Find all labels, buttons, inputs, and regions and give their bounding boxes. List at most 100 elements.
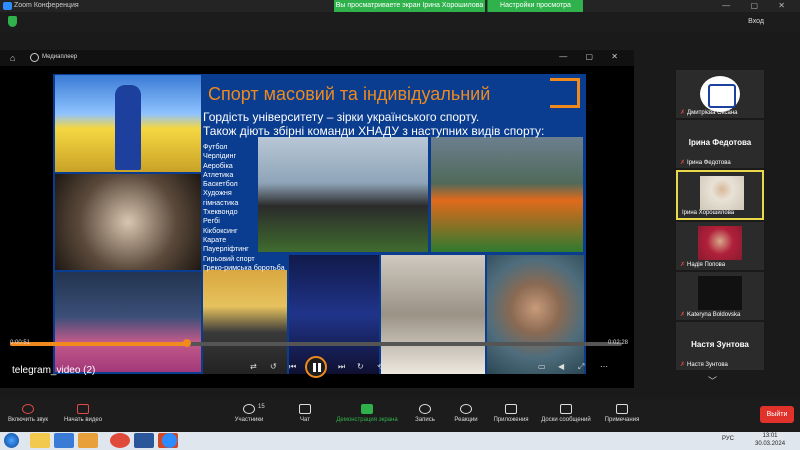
- apps-button[interactable]: Приложения: [490, 404, 532, 423]
- seek-bar-fill: [10, 342, 188, 346]
- sport-item: Тхеквондо: [203, 207, 238, 217]
- zoom-taskbar-icon[interactable]: [162, 433, 177, 448]
- participant-name: Kateryna Boldovska: [687, 312, 741, 318]
- photo-boxing: [55, 174, 201, 270]
- unmute-button[interactable]: Включить звук: [6, 404, 50, 423]
- sport-item: Регбі: [203, 216, 220, 226]
- sport-item: Греко-римська боротьба: [203, 262, 285, 272]
- player-title: Медиаплеер: [42, 54, 78, 60]
- more-icon[interactable]: ⋯: [600, 362, 608, 371]
- explorer-icon[interactable]: [30, 433, 50, 448]
- participant-tile-active-speaker[interactable]: Ірина Хорошилова: [676, 170, 764, 220]
- whiteboard-icon: [560, 404, 572, 414]
- home-icon[interactable]: ⌂: [10, 53, 15, 63]
- participant-name: Ірина Федотова: [687, 160, 731, 166]
- participant-tile[interactable]: Ірина Федотова ✗ Ірина Федотова: [676, 120, 764, 168]
- participant-name: Ірина Хорошилова: [682, 210, 735, 216]
- mic-muted-icon: ✗: [680, 362, 686, 368]
- sport-item: Футбол: [203, 142, 228, 151]
- sports-list: Футбол Черлідинг Аеробіка Атлетика Баскетбол…: [203, 142, 285, 272]
- photo-karate: [381, 255, 485, 374]
- app-title: Zoom Конференция: [14, 2, 79, 9]
- sport-item: гімнастика: [203, 197, 239, 207]
- zoom-logo-icon: [3, 2, 12, 10]
- share-screen-button[interactable]: Демонстрация экрана: [332, 404, 402, 423]
- sport-item: Баскетбол: [203, 179, 238, 189]
- slide-title: Спорт масовий та індивідуальний: [208, 84, 491, 104]
- sport-item: Черлідинг: [203, 151, 237, 161]
- sport-item: Кікбоксинг: [203, 225, 238, 235]
- record-icon: [419, 404, 431, 414]
- chrome-icon[interactable]: [110, 433, 130, 448]
- video-name: telegram_video (2): [12, 365, 96, 376]
- files-icon[interactable]: [78, 433, 98, 448]
- player-header: ⌂ Медиаплеер — ▢ ✕: [0, 50, 634, 66]
- window-controls[interactable]: — ▢ ✕: [722, 1, 794, 10]
- previous-icon[interactable]: ⏮: [289, 362, 296, 372]
- view-options-button[interactable]: Настройки просмотра: [487, 0, 583, 12]
- login-button[interactable]: Вход: [748, 18, 764, 25]
- participant-tile[interactable]: Настя Зунтова ✗ Настя Зунтова: [676, 322, 764, 370]
- time-current: 0:00:51: [10, 340, 31, 346]
- chat-button[interactable]: Чат: [292, 404, 318, 423]
- sport-item: Атлетика: [203, 169, 234, 179]
- sport-item: Гирьовий спорт: [203, 253, 255, 263]
- slide-subtitle-2: Також діють збірні команди ХНАДУ з насту…: [203, 124, 545, 138]
- record-button[interactable]: Запись: [410, 404, 440, 423]
- sport-item: Аеробіка: [203, 160, 233, 170]
- subtitles-icon[interactable]: ▭: [538, 362, 546, 371]
- shield-icon[interactable]: [8, 16, 17, 27]
- forward-icon[interactable]: ↻: [357, 362, 364, 371]
- photo-cheerleading: [55, 272, 201, 372]
- reactions-button[interactable]: Реакции: [450, 404, 482, 423]
- next-icon[interactable]: ⏭: [338, 362, 345, 372]
- whiteboards-button[interactable]: Доски сообщений: [538, 404, 594, 423]
- participant-video: [698, 226, 742, 260]
- mic-muted-icon: [22, 404, 34, 414]
- participant-name: Дмитрієва Оксана: [687, 110, 738, 116]
- player-window-controls[interactable]: — ▢ ✕: [559, 52, 626, 61]
- rewind-icon[interactable]: ↺: [270, 362, 277, 371]
- participant-tile[interactable]: ✗ Дмитрієва Оксана: [676, 70, 764, 118]
- start-video-button[interactable]: Начать видео: [60, 404, 106, 423]
- reactions-icon: [460, 404, 472, 414]
- participant-video: [698, 276, 742, 310]
- repeat-icon[interactable]: ⟲: [377, 362, 384, 371]
- university-logo-icon: [700, 76, 740, 112]
- clock-date: 30.03.2024: [755, 441, 786, 447]
- sport-item: Художня: [203, 188, 232, 198]
- participants-count: 15: [258, 404, 265, 410]
- media-player-icon: [30, 53, 39, 62]
- photo-athlete-flag: [55, 75, 201, 172]
- start-button[interactable]: [4, 433, 19, 448]
- notes-button[interactable]: Примечания: [600, 404, 644, 423]
- photo-rugby: [431, 137, 583, 252]
- zoom-window: Zoom Конференция Вы просматриваете экран…: [0, 0, 800, 450]
- clock[interactable]: 13:01 30.03.2024: [755, 432, 785, 448]
- mic-muted-icon: ✗: [680, 312, 686, 318]
- title-bar: Zoom Конференция Вы просматриваете экран…: [0, 0, 800, 12]
- pause-button[interactable]: [305, 356, 327, 378]
- mic-muted-icon: ✗: [680, 160, 686, 166]
- shared-slide: Спорт масовий та індивідуальний Гордість…: [53, 74, 586, 374]
- mic-muted-icon: ✗: [680, 262, 686, 268]
- volume-icon[interactable]: ◀: [558, 362, 564, 371]
- participant-name: Настя Зунтова: [687, 362, 728, 368]
- participant-tile[interactable]: ✗ Надія Попова: [676, 222, 764, 270]
- word-icon[interactable]: [134, 433, 154, 448]
- share-banner: Вы просматриваете экран Ірина Хорошилова: [334, 0, 485, 12]
- participant-name: Надія Попова: [687, 262, 726, 268]
- participant-display-name: Настя Зунтова: [691, 340, 749, 349]
- fullscreen-icon[interactable]: ⤢: [578, 362, 584, 372]
- chevron-down-icon[interactable]: ﹀: [708, 374, 717, 387]
- participant-tile[interactable]: ✗ Kateryna Boldovska: [676, 272, 764, 320]
- shuffle-icon[interactable]: ⇄: [250, 362, 257, 371]
- ie-icon[interactable]: [54, 433, 74, 448]
- language-indicator[interactable]: РУС: [722, 436, 734, 442]
- video-off-icon: [77, 404, 89, 414]
- apps-icon: [505, 404, 517, 414]
- leave-button[interactable]: Выйти: [760, 406, 794, 423]
- meeting-topbar: Вход: [0, 12, 800, 32]
- participant-display-name: Ірина Федотова: [688, 138, 752, 147]
- title-decoration: [550, 78, 580, 108]
